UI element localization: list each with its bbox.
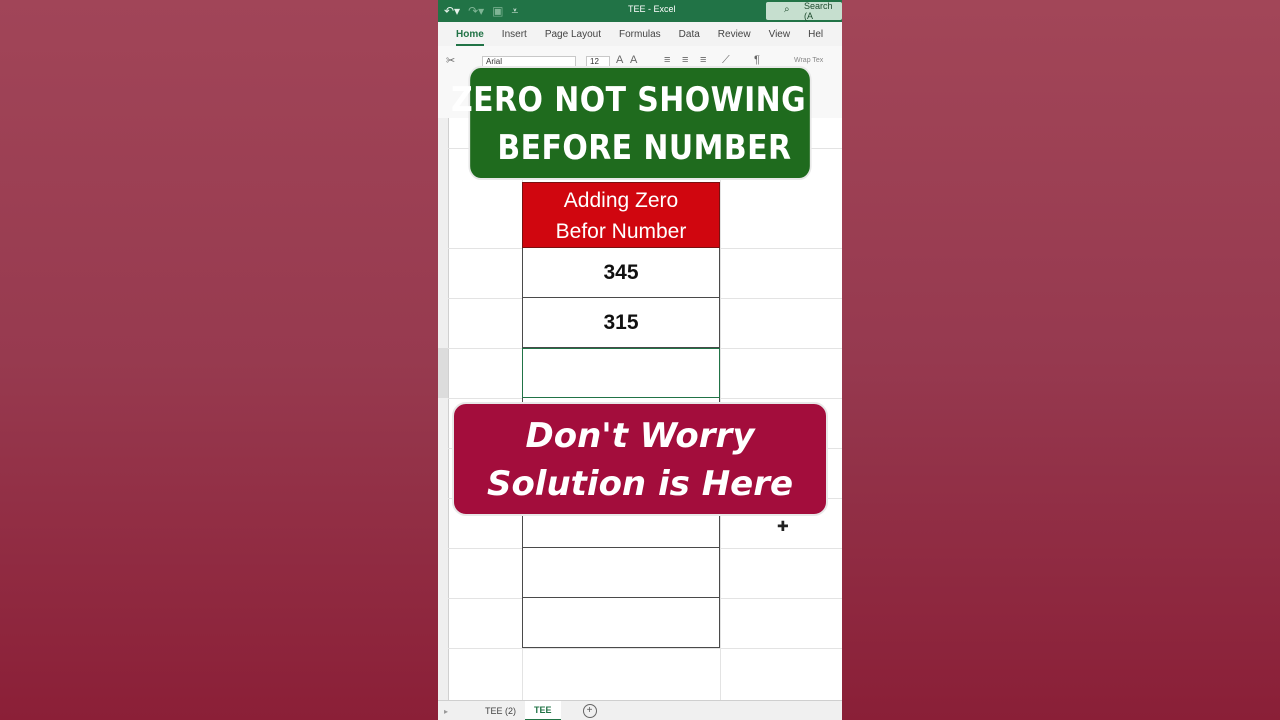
tab-formulas[interactable]: Formulas [619,29,661,40]
selected-row-header [438,348,448,398]
align-bottom-icon[interactable]: ≡ [700,54,706,66]
tab-data[interactable]: Data [679,29,700,40]
title-bar: ↶▾ ↷▾ ▣ ⩡ TEE - Excel ⌕ Search (A [438,0,842,22]
title-line-2: BEFORE NUMBER [497,128,792,168]
wrap-text-button[interactable]: Wrap Tex [794,57,823,64]
tab-help[interactable]: Hel [808,29,823,40]
align-top-icon[interactable]: ≡ [664,54,670,66]
customize-toolbar-icon[interactable]: ⩡ [512,4,519,19]
row-headers [438,118,449,700]
search-box[interactable]: ⌕ Search (A [766,1,842,21]
tab-insert[interactable]: Insert [502,29,527,40]
search-icon: ⌕ [784,4,790,15]
subtitle-line-1: Don't Worry [525,416,755,456]
ribbon-tabs: Home Insert Page Layout Formulas Data Re… [438,22,842,46]
background-right [842,0,1280,720]
table-cell[interactable]: 345 [522,248,720,298]
table-cell[interactable] [522,548,720,598]
sheet-tab-tee-2[interactable]: TEE (2) [476,701,525,720]
table-header-cell[interactable]: Adding Zero Befor Number [522,182,720,248]
paragraph-icon[interactable]: ¶ [754,54,760,66]
title-line-1: ZERO NOT SHOWING [450,80,807,120]
increase-font-icon[interactable]: A [616,54,623,66]
camera-icon[interactable]: ▣ [492,4,503,18]
sheet-tab-bar: ▸ TEE (2) TEE + [438,700,842,720]
undo-icon[interactable]: ↶▾ [444,4,460,18]
search-label: Search (A [804,1,833,21]
active-cell[interactable] [522,348,720,398]
table-cell[interactable] [522,598,720,648]
table-cell[interactable]: 315 [522,298,720,348]
tab-home[interactable]: Home [456,29,484,46]
window-title: TEE - Excel [628,4,676,14]
plus-circle-icon[interactable]: + [582,704,597,718]
quick-access-toolbar: ↶▾ ↷▾ ▣ ⩡ [438,4,518,19]
align-middle-icon[interactable]: ≡ [682,54,688,66]
decrease-font-icon[interactable]: A [630,54,637,66]
grid-line [448,648,842,649]
cell-cursor-icon: ✚ [777,518,789,534]
subtitle-line-2: Solution is Here [486,464,794,504]
title-overlay: ZERO NOT SHOWING BEFORE NUMBER [451,66,812,180]
sheet-tab-tee[interactable]: TEE [525,701,561,720]
header-line-1: Adding Zero [563,189,679,212]
background-left [0,0,438,720]
sheet-nav-icon[interactable]: ▸ [444,707,448,716]
tab-page-layout[interactable]: Page Layout [545,29,601,40]
tab-review[interactable]: Review [718,29,751,40]
redo-icon[interactable]: ↷▾ [468,4,484,18]
header-line-2: Befor Number [555,220,687,243]
subtitle-overlay: Don't Worry Solution is Here [452,402,828,516]
tab-view[interactable]: View [769,29,791,40]
cut-icon[interactable]: ✂ [446,54,455,67]
